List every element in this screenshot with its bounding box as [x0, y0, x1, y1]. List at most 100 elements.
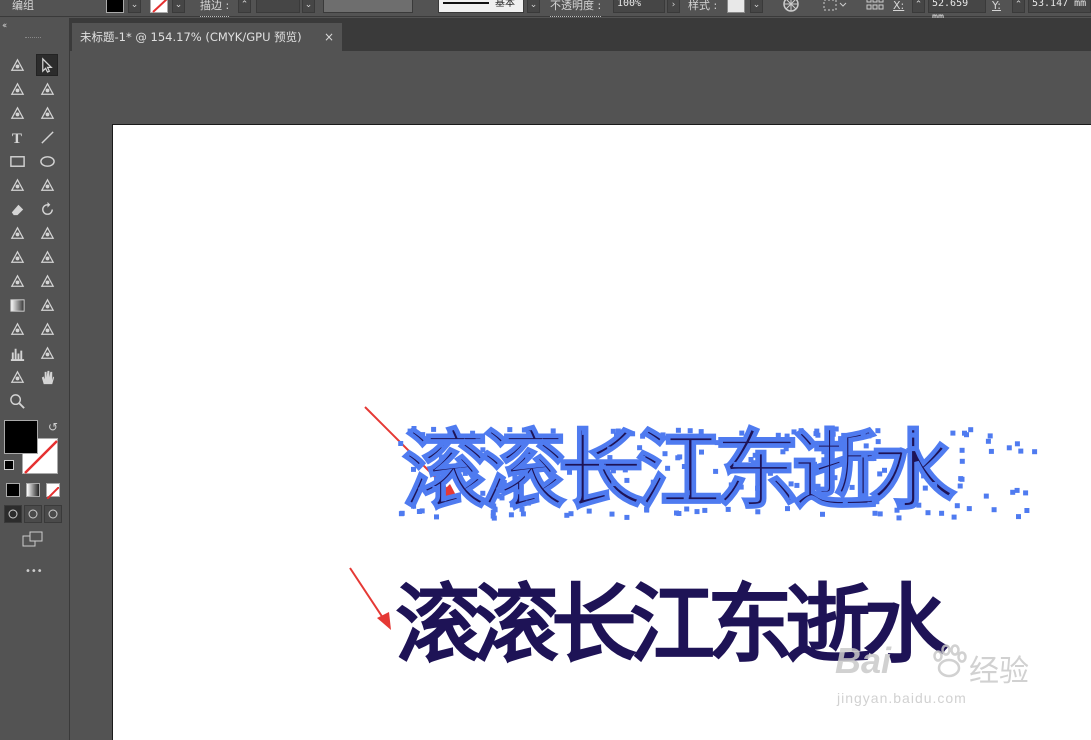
anchor-point[interactable]: [987, 433, 993, 439]
eraser-tool-icon[interactable]: [6, 198, 28, 220]
anchor-point[interactable]: [877, 511, 883, 517]
anchor-point[interactable]: [684, 490, 690, 496]
anchor-point[interactable]: [954, 503, 960, 509]
puppet-warp-tool-icon[interactable]: [36, 222, 58, 244]
anchor-point[interactable]: [480, 447, 486, 453]
anchor-point[interactable]: [610, 428, 616, 434]
gradient-tool-icon[interactable]: [6, 294, 28, 316]
anchor-point[interactable]: [683, 495, 689, 501]
anchor-point[interactable]: [1018, 448, 1024, 454]
anchor-point[interactable]: [794, 482, 800, 488]
anchor-point[interactable]: [501, 480, 507, 485]
graphic-style-swatch[interactable]: [727, 0, 745, 13]
anchor-point[interactable]: [568, 511, 574, 517]
fill-stroke-widget[interactable]: ↺: [4, 420, 64, 480]
anchor-point[interactable]: [398, 441, 404, 446]
anchor-point[interactable]: [866, 433, 872, 439]
anchor-point[interactable]: [434, 514, 439, 520]
anchor-point[interactable]: [872, 510, 878, 516]
anchor-point[interactable]: [820, 511, 825, 517]
anchor-point-tool-icon[interactable]: [36, 102, 58, 124]
anchor-point[interactable]: [988, 448, 994, 454]
close-tab-icon[interactable]: ×: [324, 23, 334, 51]
anchor-point[interactable]: [622, 467, 628, 473]
anchor-point[interactable]: [1006, 445, 1012, 451]
anchor-point[interactable]: [728, 482, 734, 488]
anchor-point[interactable]: [882, 467, 887, 473]
live-paint-tool-icon[interactable]: [36, 318, 58, 340]
anchor-point[interactable]: [775, 432, 781, 438]
anchor-point[interactable]: [519, 506, 525, 512]
anchor-point[interactable]: [462, 470, 468, 476]
anchor-point[interactable]: [909, 432, 915, 438]
magic-wand-tool-icon[interactable]: [6, 78, 28, 100]
color-mode-icon[interactable]: [6, 483, 20, 497]
opacity-arrow-icon[interactable]: ›: [667, 0, 680, 13]
anchor-point[interactable]: [599, 461, 604, 466]
anchor-point[interactable]: [520, 511, 526, 517]
anchor-point[interactable]: [567, 469, 572, 475]
anchor-point[interactable]: [550, 428, 556, 434]
anchor-point[interactable]: [698, 429, 704, 435]
anchor-point[interactable]: [959, 476, 965, 482]
edit-toolbar-icon[interactable]: •••: [25, 566, 43, 577]
anchor-point[interactable]: [755, 485, 760, 491]
stroke-color-swatch[interactable]: [150, 0, 168, 13]
ellipse-tool-icon[interactable]: [36, 150, 58, 172]
anchor-point[interactable]: [1010, 489, 1016, 495]
anchor-point[interactable]: [733, 461, 739, 467]
anchor-point[interactable]: [877, 471, 883, 477]
anchor-point[interactable]: [1024, 508, 1030, 513]
anchor-point[interactable]: [983, 493, 989, 499]
align-options-icon[interactable]: [822, 0, 848, 13]
anchor-point[interactable]: [611, 481, 617, 487]
anchor-point[interactable]: [630, 431, 636, 437]
direct-selection-tool-icon[interactable]: [36, 54, 58, 76]
default-fill-stroke-icon[interactable]: [4, 460, 14, 470]
anchor-point[interactable]: [968, 427, 974, 433]
anchor-point[interactable]: [702, 507, 708, 513]
anchor-point[interactable]: [921, 473, 927, 479]
anchor-point[interactable]: [950, 430, 956, 436]
anchor-point[interactable]: [434, 476, 439, 482]
perspective-grid-tool-icon[interactable]: [6, 270, 28, 292]
x-stepper[interactable]: ⌃: [912, 0, 925, 13]
anchor-point[interactable]: [925, 510, 931, 516]
anchor-point[interactable]: [821, 457, 827, 463]
anchor-point[interactable]: [610, 468, 616, 474]
anchor-point[interactable]: [916, 502, 922, 508]
anchor-point[interactable]: [607, 455, 613, 461]
anchor-point[interactable]: [514, 489, 520, 495]
variable-width-profile[interactable]: [323, 0, 413, 13]
anchor-point[interactable]: [991, 507, 997, 513]
anchor-point[interactable]: [957, 483, 963, 489]
pin-tool-icon[interactable]: [6, 246, 28, 268]
anchor-point[interactable]: [432, 486, 438, 491]
scale-tool-icon[interactable]: [6, 222, 28, 244]
type-tool-icon[interactable]: T: [6, 126, 28, 148]
anchor-point[interactable]: [411, 503, 417, 509]
draw-inside-icon[interactable]: [44, 505, 62, 523]
anchor-point[interactable]: [1014, 441, 1020, 447]
lasso-tool-icon[interactable]: [36, 78, 58, 100]
anchor-point[interactable]: [455, 462, 461, 468]
anchor-point[interactable]: [675, 427, 681, 433]
anchor-point[interactable]: [738, 484, 744, 490]
anchor-point[interactable]: [833, 426, 839, 432]
anchor-point[interactable]: [665, 465, 671, 471]
anchor-point[interactable]: [492, 507, 498, 513]
anchor-point[interactable]: [788, 481, 794, 487]
brush-dropdown-icon[interactable]: ⌄: [527, 0, 540, 13]
anchor-point[interactable]: [480, 490, 486, 496]
anchor-point[interactable]: [767, 470, 773, 476]
graphic-style-dropdown-icon[interactable]: ⌄: [750, 0, 763, 13]
anchor-point[interactable]: [499, 488, 505, 494]
anchor-point[interactable]: [755, 509, 761, 515]
anchor-point[interactable]: [615, 428, 621, 434]
hand-tool-icon[interactable]: [36, 366, 58, 388]
anchor-point[interactable]: [966, 506, 972, 512]
anchor-point[interactable]: [867, 501, 873, 507]
slice-tool-icon[interactable]: [6, 366, 28, 388]
anchor-point[interactable]: [637, 445, 643, 451]
anchor-point[interactable]: [624, 477, 630, 483]
